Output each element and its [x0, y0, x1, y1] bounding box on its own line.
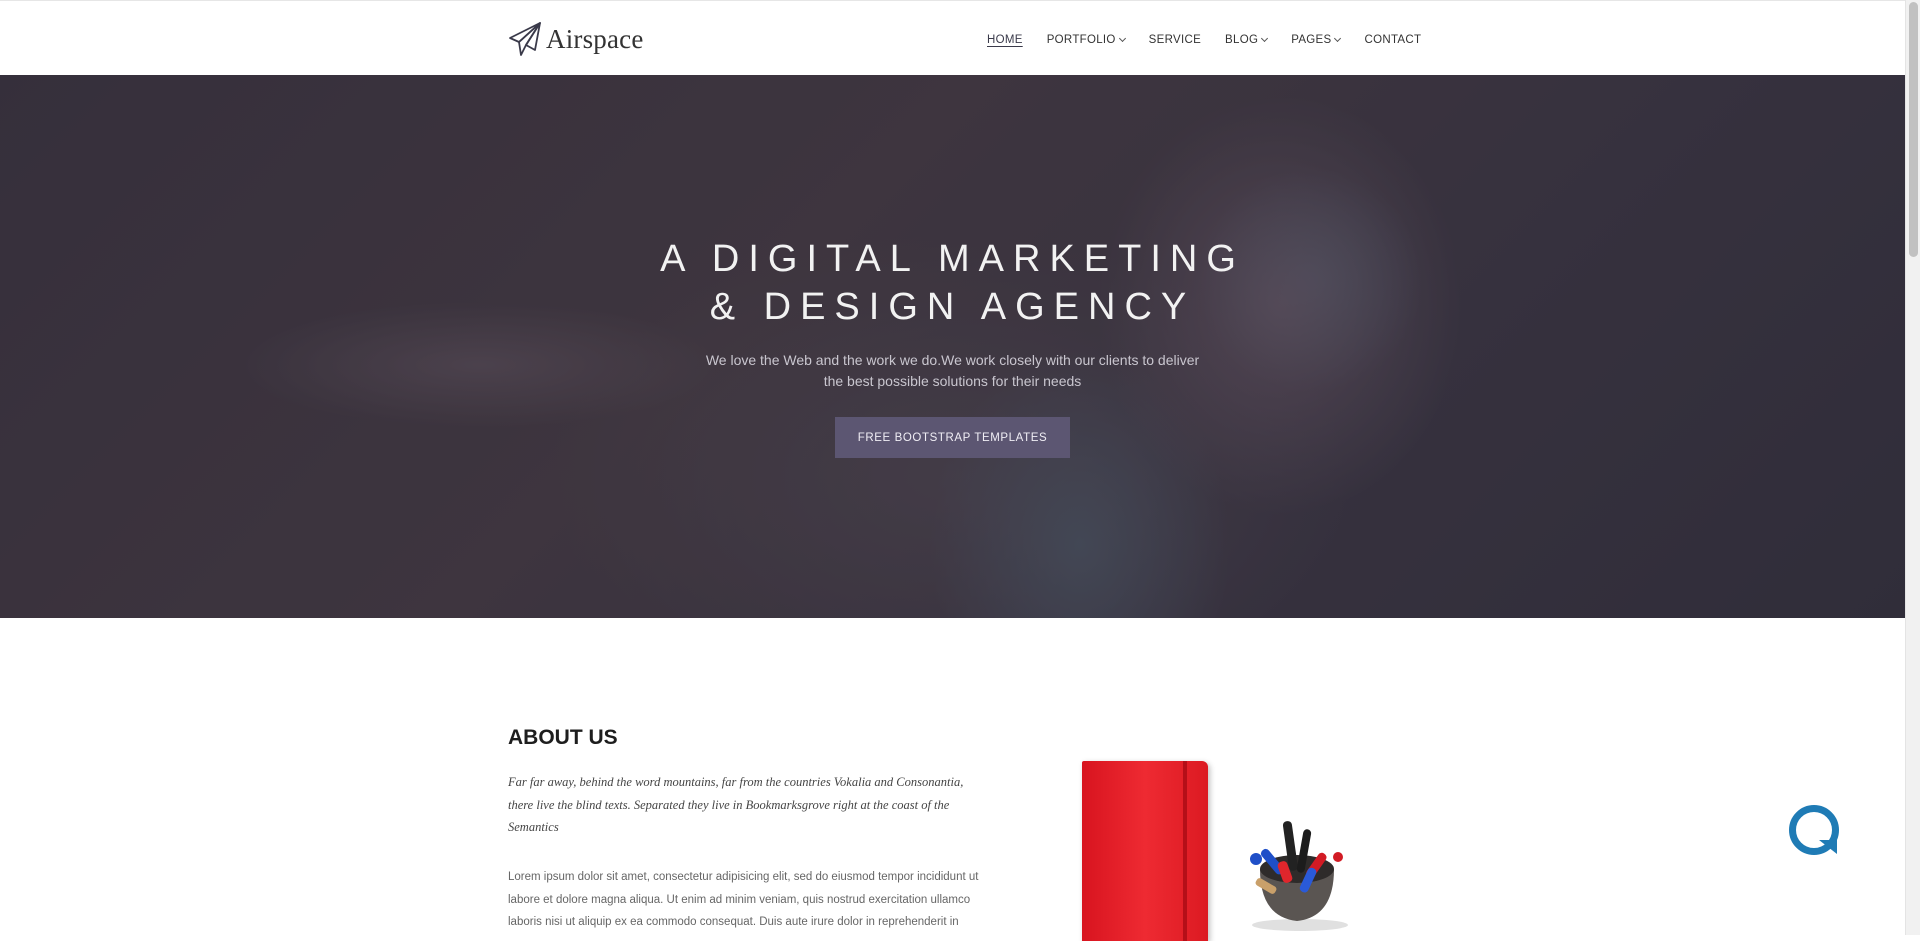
chevron-down-icon — [1261, 34, 1269, 43]
hero-title-line: & DESIGN AGENCY — [709, 286, 1196, 328]
nav-label: CONTACT — [1364, 34, 1422, 46]
about-quote: Far far away, behind the word mountains,… — [508, 771, 1008, 839]
hero-subtitle-line: We love the Web and the work we do.We wo… — [705, 352, 1200, 368]
nav-label: HOME — [987, 34, 1023, 46]
logo-text: Airspace — [546, 23, 644, 54]
nav-pages[interactable]: PAGES — [1291, 34, 1342, 46]
hero-subtitle: We love the Web and the work we do.We wo… — [0, 350, 1905, 392]
nav-blog[interactable]: BLOG — [1225, 34, 1269, 46]
hero-section: A DIGITAL MARKETING & DESIGN AGENCY We l… — [0, 75, 1905, 618]
chevron-down-icon — [1334, 34, 1342, 43]
nav-label: PORTFOLIO — [1046, 34, 1116, 46]
nav-contact[interactable]: CONTACT — [1364, 34, 1421, 46]
nav-label: BLOG — [1225, 34, 1259, 46]
text-line: Lorem ipsum dolor sit amet, consectetur … — [508, 871, 979, 883]
site-header: Airspace HOME PORTFOLIO SERVICE BLOG PAG… — [0, 0, 1905, 75]
scrollbar-thumb[interactable] — [1909, 2, 1918, 257]
chevron-down-icon — [1118, 34, 1126, 43]
quote-line: there live the blind texts. Separated th… — [508, 797, 950, 812]
hero-background-overlay — [0, 75, 1905, 618]
hero-title-line: A DIGITAL MARKETING — [660, 238, 1245, 280]
about-title: ABOUT US — [508, 726, 618, 749]
page-scrollbar[interactable] — [1905, 0, 1920, 935]
quote-line: Far far away, behind the word mountains,… — [508, 775, 964, 789]
text-line: labore et dolore magna aliqua. Ut enim a… — [508, 893, 971, 906]
quote-line: Semantics — [508, 820, 559, 834]
text-line: laboris nisi ut aliquip ex ea commodo co… — [508, 916, 959, 928]
nav-label: SERVICE — [1148, 34, 1202, 46]
free-templates-button[interactable]: FREE BOOTSTRAP TEMPLATES — [835, 417, 1070, 458]
hero-title: A DIGITAL MARKETING & DESIGN AGENCY — [0, 235, 1905, 331]
main-nav: HOME PORTFOLIO SERVICE BLOG PAGES CONTAC… — [987, 34, 1445, 46]
red-notebook — [1082, 761, 1208, 941]
hero-subtitle-line: the best possible solutions for their ne… — [823, 373, 1082, 389]
nav-portfolio[interactable]: PORTFOLIO — [1046, 34, 1126, 46]
pen-pot-icon — [1250, 821, 1348, 931]
nav-home[interactable]: HOME — [987, 34, 1023, 46]
logo[interactable]: Airspace — [508, 21, 644, 57]
nav-service[interactable]: SERVICE — [1149, 34, 1201, 46]
about-text: Lorem ipsum dolor sit amet, consectetur … — [508, 866, 1008, 934]
about-image — [1082, 757, 1382, 941]
nav-label: PAGES — [1291, 34, 1332, 46]
paper-plane-icon — [509, 22, 541, 56]
notebook-band — [1183, 761, 1187, 941]
